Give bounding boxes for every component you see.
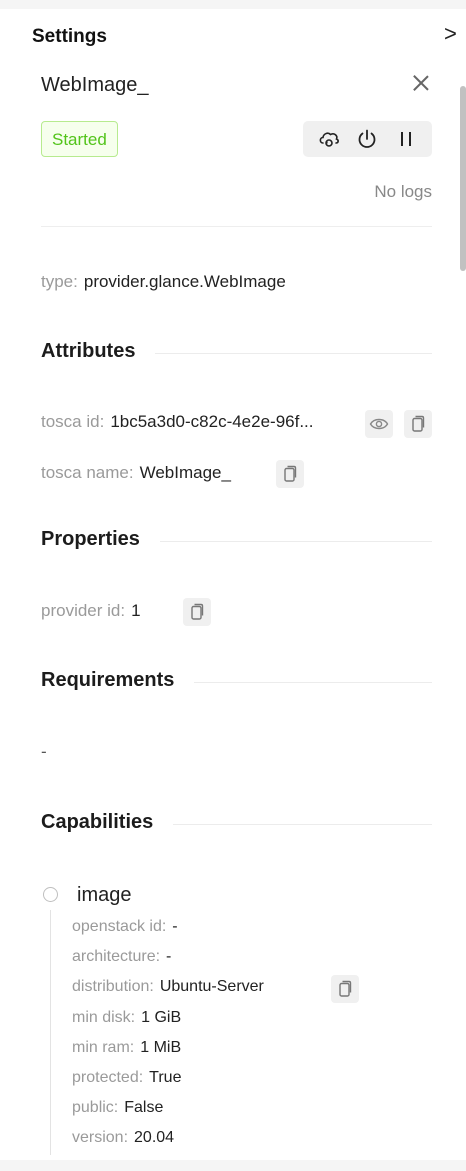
provider-id-value: 1 [131,601,141,620]
provider-id-row: provider id: 1 [41,601,141,621]
field-value: True [149,1069,182,1086]
copy-icon[interactable] [276,460,304,488]
eye-icon[interactable] [365,410,393,438]
field-value: Ubuntu-Server [159,978,264,995]
tosca-id-value: 1bc5a3d0-c82c-4e2e-96f... [110,412,314,431]
capability-field: version: 20.04 [72,1129,174,1147]
field-label: min disk: [72,1009,136,1026]
section-title: Capabilities [41,811,174,833]
cloud-sync-icon[interactable] [312,121,346,157]
status-badge: Started [41,121,118,157]
capability-field: min ram: 1 MiB [72,1039,181,1057]
capability-field: openstack id: - [72,918,178,936]
requirements-empty: - [41,742,47,761]
type-label: type: [41,272,78,291]
node-name: WebImage_ [41,74,149,96]
capability-field: public: False [72,1099,163,1117]
capability-dot [43,887,58,902]
field-label: public: [72,1099,119,1116]
copy-icon[interactable] [183,598,211,626]
capability-field: protected: True [72,1069,181,1087]
collapse-panel-button[interactable]: > [444,22,457,46]
field-value: 1 MiB [140,1039,182,1056]
field-value: - [166,948,172,965]
tosca-name-label: tosca name: [41,463,134,482]
bottom-band [0,1160,466,1171]
field-label: protected: [72,1069,144,1086]
capability-field: architecture: - [72,948,171,966]
section-title: Requirements [41,669,195,691]
type-value: provider.glance.WebImage [83,272,286,291]
capability-name: image [77,884,132,906]
copy-icon[interactable] [404,410,432,438]
pause-icon[interactable] [389,121,423,157]
close-icon[interactable] [410,72,432,94]
tosca-id-row: tosca id: 1bc5a3d0-c82c-4e2e-96f... [41,412,314,432]
power-icon[interactable] [350,121,384,157]
section-requirements: Requirements [41,669,432,699]
capability-tree-line [50,910,51,1155]
field-label: architecture: [72,948,161,965]
field-value: False [124,1099,164,1116]
divider [41,226,432,227]
capability-field: distribution: Ubuntu-Server [72,978,264,996]
tosca-name-row: tosca name: WebImage_ [41,463,231,483]
provider-id-label: provider id: [41,601,126,620]
copy-icon[interactable] [331,975,359,1003]
node-actions [303,121,432,157]
tosca-id-label: tosca id: [41,412,105,431]
field-value: 1 GiB [141,1009,182,1026]
field-value: - [172,918,178,935]
section-capabilities: Capabilities [41,811,432,841]
section-properties: Properties [41,528,432,558]
field-label: min ram: [72,1039,135,1056]
top-band [0,0,466,9]
section-title: Properties [41,528,160,550]
field-label: distribution: [72,978,154,995]
scrollbar-thumb[interactable] [460,86,466,271]
field-label: version: [72,1129,129,1146]
section-attributes: Attributes [41,340,432,370]
panel-title: Settings [32,26,107,47]
logs-status: No logs [374,182,432,201]
capability-field: min disk: 1 GiB [72,1009,181,1027]
field-label: openstack id: [72,918,167,935]
section-title: Attributes [41,340,156,362]
field-value: 20.04 [134,1129,175,1146]
tosca-name-value: WebImage_ [139,463,231,482]
type-row: type: provider.glance.WebImage [41,272,286,292]
